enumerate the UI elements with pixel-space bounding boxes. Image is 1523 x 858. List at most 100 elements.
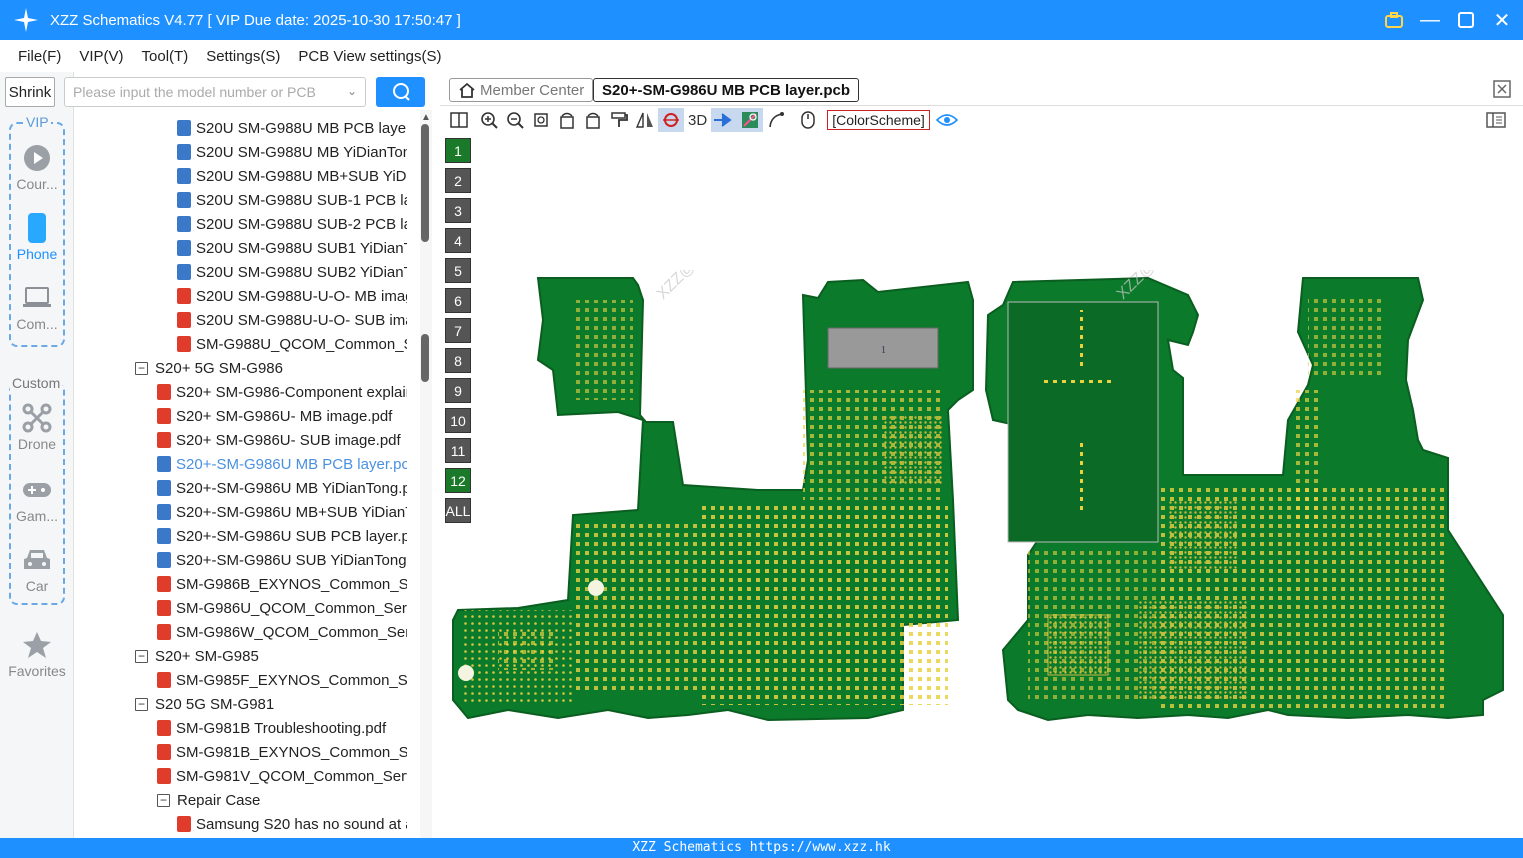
tree-file-item[interactable]: S20+ SM-G986U- MB image.pdf	[157, 404, 407, 428]
tree-file-item[interactable]: S20U SM-G988U MB YiDianTong.pcb	[177, 140, 407, 164]
paint-roller-icon[interactable]	[606, 108, 632, 132]
tree-item-label: S20U SM-G988U SUB-2 PCB layer.pcb	[196, 215, 407, 233]
tree-item-label: SM-G981B Troubleshooting.pdf	[176, 719, 387, 737]
chevron-down-icon[interactable]: ⌄	[347, 84, 357, 98]
menu-vip[interactable]: VIP(V)	[79, 48, 123, 65]
tree-file-item[interactable]: SM-G988U_QCOM_Common_Service.pdf	[177, 332, 407, 356]
tab-bar: Member Center S20+-SM-G986U MB PCB layer…	[440, 72, 1523, 106]
search-input[interactable]: Please input the model number or PCB ⌄	[64, 77, 366, 107]
tab-member-center[interactable]: Member Center	[449, 78, 594, 102]
tree-file-item[interactable]: S20U SM-G988U SUB-1 PCB layer.pcb	[177, 188, 407, 212]
collapse-icon[interactable]: −	[135, 361, 148, 375]
tree-folder[interactable]: − S20+ 5G SM-G986	[135, 356, 407, 380]
pdf-file-icon	[157, 744, 171, 760]
zoom-out-icon[interactable]	[502, 108, 528, 132]
rail-item-courses[interactable]: Cour...	[4, 140, 70, 192]
collapse-icon[interactable]: −	[157, 793, 170, 807]
tab-pcb-file[interactable]: S20+-SM-G986U MB PCB layer.pcb	[593, 78, 860, 102]
tree-item-label: S20U SM-G988U SUB-1 PCB layer.pcb	[196, 191, 407, 209]
tree-file-item[interactable]: SM-G986U_QCOM_Common_Service.pdf	[157, 596, 407, 620]
tree-file-item[interactable]: S20U SM-G988U MB+SUB YiDianTong.pcb	[177, 164, 407, 188]
tree-file-item[interactable]: S20U SM-G988U-U-O- MB image.pdf	[177, 284, 407, 308]
tree-file-item[interactable]: S20+ SM-G986U- SUB image.pdf	[157, 428, 407, 452]
rail-item-car[interactable]: Car	[4, 542, 70, 594]
maximize-button[interactable]	[1455, 9, 1477, 31]
close-all-tabs-icon[interactable]	[1493, 80, 1511, 103]
tree-file-item[interactable]: S20U SM-G988U MB PCB layer.pcb	[177, 116, 407, 140]
tree-item-label: S20U SM-G988U SUB1 YiDianTong.pcb	[196, 239, 407, 257]
menu-pcb-view-settings[interactable]: PCB View settings(S)	[298, 48, 441, 65]
eye-icon[interactable]	[934, 108, 960, 132]
rail-item-label: Favorites	[8, 663, 66, 679]
menu-tool[interactable]: Tool(T)	[142, 48, 189, 65]
flip-horizontal-icon[interactable]	[632, 108, 658, 132]
scrollbar-thumb-lower[interactable]	[421, 334, 429, 382]
collapse-icon[interactable]: −	[135, 649, 148, 663]
tree-file-item[interactable]: SM-G981B_EXYNOS_Common_Service.pdf	[157, 740, 407, 764]
tree-file-item[interactable]: S20U SM-G988U-U-O- SUB image.pdf	[177, 308, 407, 332]
rail-item-favorites[interactable]: Favorites	[4, 627, 70, 679]
rail-item-computer[interactable]: Com...	[4, 280, 70, 332]
tree-file-item[interactable]: SM-G981B Troubleshooting.pdf	[157, 716, 407, 740]
tree-file-item[interactable]: S20+ SM-G986-Component explain.pdf	[157, 380, 407, 404]
pcb-file-icon	[177, 240, 191, 256]
minimize-button[interactable]: —	[1419, 9, 1441, 31]
3d-view-button[interactable]: 3D	[684, 108, 711, 132]
tree-file-item[interactable]: S20+-SM-G986U MB YiDianTong.pcb	[157, 476, 407, 500]
rotate-left-icon[interactable]	[554, 108, 580, 132]
rotate-right-icon[interactable]	[580, 108, 606, 132]
tree-file-item[interactable]: S20+-SM-G986U MB+SUB YiDianTong.pcb	[157, 500, 407, 524]
tree-file-item[interactable]: S20+-SM-G986U SUB YiDianTong.pcb	[157, 548, 407, 572]
rail-item-phone[interactable]: Phone	[4, 210, 70, 262]
rail-item-game[interactable]: Gam...	[4, 472, 70, 524]
net-highlight-icon[interactable]	[737, 108, 764, 132]
tree-folder[interactable]: − S20+ SM-G985	[135, 644, 407, 668]
tree-folder[interactable]: − S20 5G SM-G981	[135, 692, 407, 716]
panel-toggle-icon[interactable]	[1483, 108, 1509, 132]
close-button[interactable]: ✕	[1491, 9, 1513, 32]
split-view-icon[interactable]	[446, 108, 472, 132]
menu-file[interactable]: File(F)	[18, 48, 61, 65]
scrollbar-thumb-upper[interactable]	[421, 124, 429, 242]
layer-button-3[interactable]: 3	[445, 198, 471, 223]
trace-tool-icon[interactable]	[763, 108, 789, 132]
zoom-in-icon[interactable]	[476, 108, 502, 132]
layer-button-1[interactable]: 1	[445, 138, 471, 163]
file-tree[interactable]: S20U SM-G988U MB PCB layer.pcb S20U SM-G9…	[75, 110, 420, 838]
pdf-file-icon	[157, 768, 171, 784]
tree-item-label: S20+-SM-G986U SUB PCB layer.pcb	[176, 527, 407, 545]
tree-file-item[interactable]: SM-G986W_QCOM_Common_Service.pdf	[157, 620, 407, 644]
layer-button-2[interactable]: 2	[445, 168, 471, 193]
tree-item-label: S20+-SM-G986U SUB YiDianTong.pcb	[176, 551, 407, 569]
tree-file-item[interactable]: SM-G981V_QCOM_Common_Service.pdf	[157, 764, 407, 788]
pin-arrow-icon[interactable]	[711, 108, 738, 132]
tree-item-label: S20U SM-G988U MB YiDianTong.pcb	[196, 143, 407, 161]
star-icon	[4, 627, 70, 663]
color-scheme-button[interactable]: [ColorScheme]	[827, 110, 930, 130]
pcb-file-icon	[177, 192, 191, 208]
tree-file-item[interactable]: S20U SM-G988U SUB2 YiDianTong.pcb	[177, 260, 407, 284]
collapse-icon[interactable]: −	[135, 697, 148, 711]
fit-view-icon[interactable]	[528, 108, 554, 132]
pcb-board-view[interactable]: 1 XZZ@XZZHK XZZ@XZZHK	[448, 270, 1508, 730]
rail-item-drone[interactable]: Drone	[4, 400, 70, 452]
tree-file-item[interactable]: SM-G985F_EXYNOS_Common_Service.pdf	[157, 668, 407, 692]
menu-settings[interactable]: Settings(S)	[206, 48, 280, 65]
layer-button-4[interactable]: 4	[445, 228, 471, 253]
tree-file-item[interactable]: S20U SM-G988U SUB1 YiDianTong.pcb	[177, 236, 407, 260]
tree-folder[interactable]: − Repair Case	[157, 788, 407, 812]
mouse-icon[interactable]	[795, 108, 821, 132]
home-icon	[459, 82, 475, 98]
scroll-up-icon[interactable]: ▲	[421, 112, 431, 123]
tree-file-item[interactable]: SM-G986B_EXYNOS_Common_Service.pdf	[157, 572, 407, 596]
tree-file-item[interactable]: S20+-SM-G986U MB PCB layer.pcb	[157, 452, 407, 476]
search-button[interactable]	[376, 77, 425, 107]
component-highlight-icon[interactable]	[658, 108, 684, 132]
tree-scrollbar[interactable]: ▲	[420, 110, 432, 838]
tree-file-item[interactable]: S20+-SM-G986U SUB PCB layer.pcb	[157, 524, 407, 548]
menu-bar: File(F) VIP(V) Tool(T) Settings(S) PCB V…	[0, 40, 1523, 72]
tree-file-item[interactable]: S20U SM-G988U SUB-2 PCB layer.pcb	[177, 212, 407, 236]
shrink-button[interactable]: Shrink	[5, 77, 55, 107]
tree-file-item[interactable]: Samsung S20 has no sound at all.pdf	[177, 812, 407, 836]
briefcase-icon[interactable]	[1383, 9, 1405, 31]
